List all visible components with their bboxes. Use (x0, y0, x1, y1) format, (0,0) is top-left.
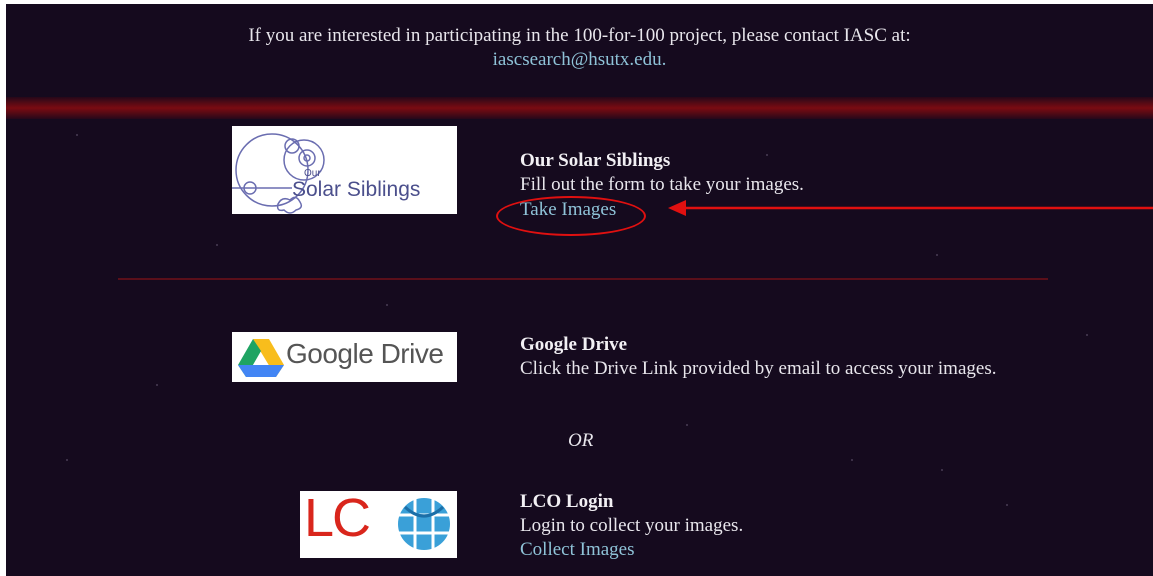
star (851, 459, 853, 461)
section-divider (118, 278, 1048, 280)
star (1006, 504, 1008, 506)
logo-text: Google Drive (286, 338, 444, 369)
our-solar-siblings-title: Our Solar Siblings (520, 150, 671, 171)
page-frame: If you are interested in participating i… (6, 4, 1153, 576)
star (76, 134, 78, 136)
star (766, 154, 768, 156)
star (1086, 334, 1088, 336)
contact-text: If you are interested in participating i… (248, 25, 911, 46)
annotation-arrow-icon (668, 200, 1153, 216)
lco-login-description: Login to collect your images. (520, 515, 744, 536)
annotation-circle (496, 196, 646, 236)
star (156, 384, 158, 386)
google-drive-description: Click the Drive Link provided by email t… (520, 358, 997, 379)
google-drive-icon (238, 339, 284, 377)
lco-login-title: LCO Login (520, 491, 614, 512)
our-solar-siblings-logo[interactable]: Our Solar Siblings (232, 126, 457, 214)
star (386, 304, 388, 306)
lco-logo[interactable]: LC (300, 491, 457, 558)
star (216, 244, 218, 246)
google-drive-title: Google Drive (520, 334, 628, 355)
star (66, 459, 68, 461)
star (686, 424, 688, 426)
or-separator: OR (568, 430, 594, 451)
star (941, 469, 943, 471)
contact-intro: If you are interested in participating i… (6, 24, 1153, 72)
star (936, 254, 938, 256)
lco-logo-text: LC (304, 491, 371, 548)
header-divider-band (6, 97, 1153, 119)
contact-email-link[interactable]: iascsearch@hsutx.edu. (493, 49, 667, 70)
logo-text: Solar Siblings (292, 178, 421, 201)
google-drive-logo[interactable]: Google Drive (232, 332, 457, 382)
our-solar-siblings-description: Fill out the form to take your images. (520, 174, 804, 195)
collect-images-link[interactable]: Collect Images (520, 539, 635, 561)
globe-icon (398, 498, 450, 550)
